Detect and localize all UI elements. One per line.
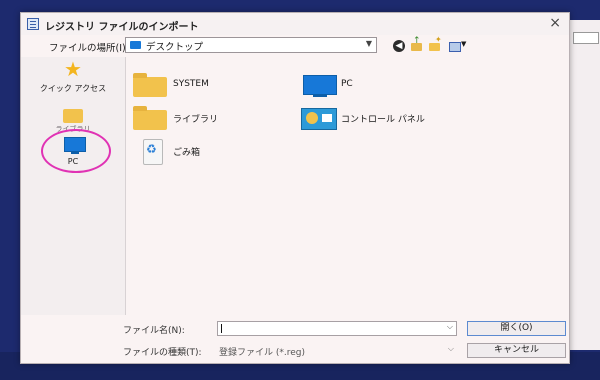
list-item-system[interactable]: SYSTEM (131, 71, 301, 101)
filename-input[interactable]: ⌵ (217, 321, 457, 336)
list-item-libraries[interactable]: ライブラリ (131, 104, 301, 134)
dialog-title: レジストリ ファイルのインポート (45, 22, 199, 33)
background-window-control (573, 32, 599, 44)
cancel-button[interactable]: キャンセル (467, 343, 566, 358)
new-folder-button[interactable]: ✦ (429, 35, 442, 52)
sidebar-item-libraries[interactable]: ライブラリ (21, 109, 125, 133)
location-label: ファイルの場所(I): (49, 43, 129, 54)
up-folder-button[interactable]: ↑ (411, 36, 423, 52)
registry-editor-icon (27, 18, 39, 30)
up-arrow-icon: ↑ (413, 36, 421, 46)
filename-label: ファイル名(N): (123, 326, 185, 336)
folder-icon (133, 106, 167, 130)
import-dialog: レジストリ ファイルのインポート × ファイルの場所(I): デスクトップ ▼ … (20, 12, 570, 364)
list-item-control-panel[interactable]: コントロール パネル (299, 104, 469, 134)
location-bar: ファイルの場所(I): デスクトップ ▼ ◀ ↑ ✦ ▼ (21, 35, 569, 57)
title-bar: レジストリ ファイルのインポート × (21, 13, 569, 35)
chevron-down-icon: ▼ (461, 40, 467, 48)
view-menu-button[interactable]: ▼ (449, 40, 467, 52)
chevron-down-icon[interactable]: ⌵ (447, 322, 453, 332)
monitor-icon (303, 75, 337, 95)
folder-icon (429, 43, 440, 51)
item-name: コントロール パネル (341, 115, 425, 125)
item-name: SYSTEM (173, 79, 209, 89)
monitor-stand (313, 95, 327, 97)
list-item-recycle-bin[interactable]: ごみ箱 (131, 137, 301, 167)
desktop-icon (130, 41, 141, 49)
file-options: ファイル名(N): ⌵ ファイルの種類(T): 登録ファイル (*.reg) ⌵… (21, 315, 569, 363)
filetype-label: ファイルの種類(T): (123, 348, 202, 358)
recycle-bin-icon (143, 139, 163, 165)
sidebar-item-quick-access[interactable]: ★ クイック アクセス (21, 59, 125, 99)
star-icon: ★ (64, 57, 82, 81)
filetype-value: 登録ファイル (*.reg) (219, 348, 305, 358)
chevron-down-icon: ▼ (365, 39, 372, 48)
control-panel-icon (301, 108, 337, 130)
sidebar-item-label: クイック アクセス (39, 84, 107, 93)
open-button[interactable]: 開く(O) (467, 321, 566, 336)
sparkle-icon: ✦ (435, 35, 442, 44)
back-button[interactable]: ◀ (393, 40, 405, 52)
folder-icon (133, 73, 167, 97)
places-sidebar: ★ クイック アクセス ライブラリ PC (21, 57, 126, 315)
folder-icon (63, 109, 83, 123)
location-dropdown[interactable]: デスクトップ ▼ (125, 37, 377, 53)
view-grid-icon (449, 42, 461, 52)
file-list: SYSTEM PC ライブラリ コントロール パネル ごみ箱 (127, 57, 569, 315)
item-name: ライブラリ (173, 115, 219, 125)
item-name: ごみ箱 (173, 148, 201, 158)
list-item-pc[interactable]: PC (299, 71, 469, 101)
location-value: デスクトップ (146, 42, 204, 53)
filetype-select[interactable]: 登録ファイル (*.reg) ⌵ (217, 343, 457, 358)
item-name: PC (341, 79, 353, 89)
close-button[interactable]: × (549, 15, 561, 31)
background-window (566, 20, 600, 350)
highlight-circle (41, 129, 111, 173)
text-caret (221, 324, 222, 333)
chevron-down-icon: ⌵ (447, 344, 454, 353)
